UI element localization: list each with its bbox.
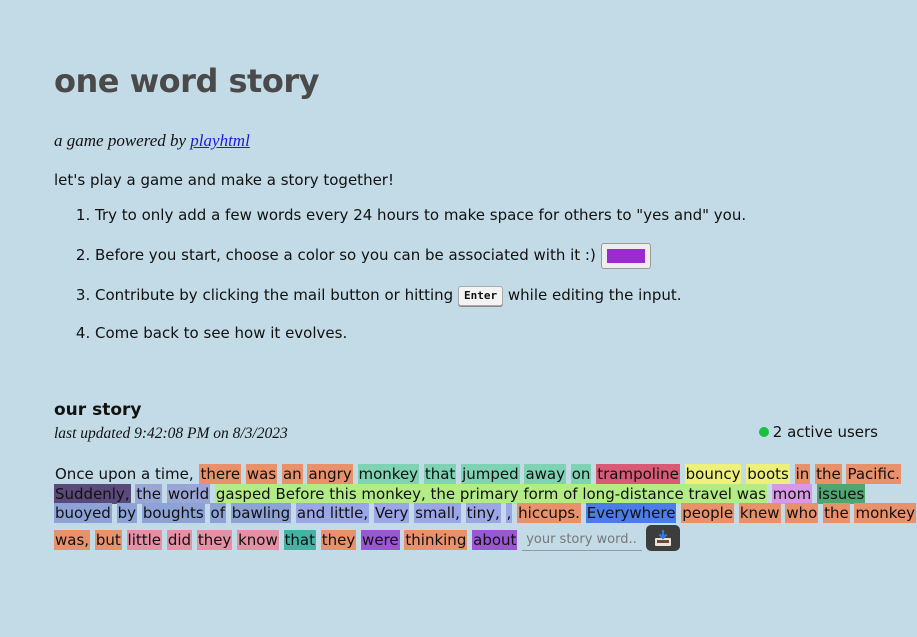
story-word: monkey <box>854 503 917 523</box>
story-word: Everywhere <box>585 503 677 523</box>
story-word: of <box>209 503 226 523</box>
story-word: world <box>166 484 211 504</box>
story-word: by <box>116 503 138 523</box>
page-title: one word story <box>54 62 319 100</box>
subtitle-text: a game powered by <box>54 131 191 150</box>
story-word: issues <box>816 484 866 504</box>
story-word: that <box>423 464 457 484</box>
story-line: buoyed by boughts of bawling and little,… <box>54 503 917 523</box>
color-picker[interactable] <box>600 242 651 269</box>
story-word: they <box>320 529 357 550</box>
green-dot-icon <box>758 427 769 437</box>
rule-item: Before you start, choose a color so you … <box>95 234 746 276</box>
story-word: mom <box>771 484 813 504</box>
story-word: they <box>196 529 233 550</box>
story-word: did <box>166 529 193 550</box>
story-word: angry <box>307 464 353 484</box>
story-word: Once upon a time, <box>55 465 194 483</box>
rule-item: Come back to see how it evolves. <box>95 314 746 352</box>
send-button[interactable] <box>646 525 681 551</box>
story-word: boots <box>746 464 790 484</box>
story-word: know <box>237 529 279 550</box>
story-word: little <box>126 529 163 550</box>
story-word: Pacific. <box>846 464 901 484</box>
story-word: there <box>199 464 242 484</box>
story-word-input[interactable] <box>522 529 643 551</box>
rules-list: Try to only add a few words every 24 hou… <box>54 196 746 352</box>
story-word: about <box>472 529 518 550</box>
story-word: trampoline <box>596 464 680 484</box>
rule-item: Try to only add a few words every 24 hou… <box>95 196 746 234</box>
enter-key: Enter <box>458 285 504 306</box>
subtitle: a game powered by playhtml <box>54 131 250 151</box>
story-word: who <box>785 503 819 523</box>
story-word: were <box>361 529 400 550</box>
story-word: but <box>94 529 122 550</box>
story-word: knew <box>738 503 781 523</box>
story-word: boughts <box>141 503 205 523</box>
story-word: monkey <box>357 464 420 484</box>
story-word: people <box>681 503 735 523</box>
color-swatch <box>606 248 645 263</box>
story-heading: our story <box>54 400 142 420</box>
story-word: hiccups. <box>517 503 581 523</box>
story-word: gasped Before this monkey, the primary f… <box>214 484 768 504</box>
last-updated: last updated 9:42:08 PM on 8/3/2023 <box>54 425 288 442</box>
story-word: was <box>245 464 278 484</box>
rule-item: Contribute by clicking the mail button o… <box>95 276 746 314</box>
story-line: Suddenly, the world gasped Before this m… <box>54 484 866 504</box>
story-word: was, <box>54 529 91 550</box>
story-word: , <box>505 503 513 523</box>
playhtml-link[interactable]: playhtml <box>190 131 250 150</box>
story-word: Suddenly, <box>54 484 131 504</box>
story-word: that <box>283 529 316 550</box>
story-word: jumped <box>461 464 520 484</box>
story-word: away <box>524 464 566 484</box>
story-word: tiny, <box>465 503 501 523</box>
active-users-count: 2 active users <box>772 423 878 441</box>
story-word: the <box>815 464 842 484</box>
story-word: thinking <box>404 529 468 550</box>
story-word: bouncy <box>684 464 742 484</box>
mail-send-icon <box>655 530 672 546</box>
story-line: was, but little did they know that they … <box>54 525 681 553</box>
story-word: buoyed <box>54 503 112 523</box>
story-word: small, <box>414 503 461 523</box>
story-word: the <box>135 484 163 504</box>
intro-text: let's play a game and make a story toget… <box>54 171 394 189</box>
story-word: and little, <box>295 503 370 523</box>
story-word: an <box>281 464 303 484</box>
story-word: on <box>570 464 592 484</box>
story-word: bawling <box>230 503 292 523</box>
story-word: the <box>823 503 850 523</box>
active-users: 2 active users <box>758 423 878 441</box>
story-word: in <box>794 464 811 484</box>
story-line: Once upon a time, there was an angry mon… <box>54 464 901 484</box>
story-word: Very <box>373 503 410 523</box>
